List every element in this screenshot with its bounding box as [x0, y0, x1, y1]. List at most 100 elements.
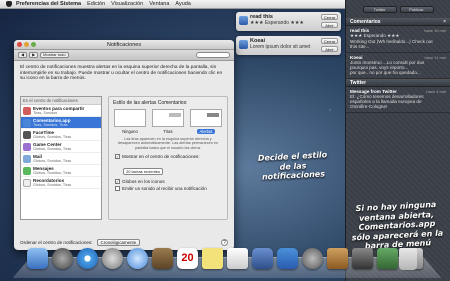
- system-preferences-icon[interactable]: [302, 248, 323, 269]
- trash-icon[interactable]: [399, 248, 417, 270]
- close-icon[interactable]: ×: [443, 19, 446, 25]
- list-item[interactable]: Comentarios.app Tiras, Sonidos, Tiras: [21, 117, 101, 129]
- game-center-icon: [23, 142, 31, 151]
- close-window-icon[interactable]: [17, 42, 22, 47]
- nc-notification[interactable]: read this hace 10 min ★★★ Esperando ★★★ …: [346, 26, 450, 53]
- app-store-icon[interactable]: [277, 248, 298, 269]
- messages-icon[interactable]: [127, 248, 148, 269]
- messages-icon: [23, 166, 31, 175]
- nc-section-title: Twitter: [350, 80, 367, 86]
- contacts-icon[interactable]: [152, 248, 173, 269]
- order-label: Ordenar el centro de notificaciones:: [20, 239, 93, 245]
- launchpad-icon[interactable]: [52, 248, 73, 269]
- checkbox-label: Emitir un sonido al recibir una notifica…: [122, 186, 207, 192]
- menu-item-edit[interactable]: Edición: [87, 1, 105, 7]
- style-label: Ninguno: [122, 129, 138, 134]
- iphoto-icon[interactable]: [252, 248, 273, 269]
- checkbox-label: Globos en los iconos: [122, 179, 165, 185]
- window-toolbar: ◀ ▶ Mostrar todo: [14, 50, 234, 61]
- list-item[interactable]: Eventos para compartir Tiras, Sonidos: [21, 105, 101, 117]
- finder-icon[interactable]: [27, 248, 48, 269]
- menu-item-help[interactable]: Ayuda: [175, 1, 191, 7]
- nc-notification-time: hace 10 min: [424, 28, 446, 33]
- banner-close-button[interactable]: Cerrar: [321, 38, 338, 44]
- utility-app-icon[interactable]: [377, 248, 398, 269]
- nc-notification-line: this site...: [350, 44, 370, 49]
- style-label: Alertas: [197, 129, 215, 134]
- notes-icon[interactable]: [202, 248, 223, 269]
- nc-notification-time: hace 11 min: [424, 55, 447, 60]
- app-alert-style: Globos, Sonidos, Tiras: [33, 147, 72, 151]
- checkbox[interactable]: [115, 186, 120, 192]
- safari-icon[interactable]: [77, 248, 98, 269]
- style-preview: [152, 109, 184, 127]
- mail-icon: [23, 154, 31, 163]
- comments-app-icon: [23, 118, 31, 127]
- list-item[interactable]: Game Center Globos, Sonidos, Tiras: [21, 141, 101, 153]
- order-select[interactable]: Cronológicamente: [96, 238, 141, 246]
- notification-banner[interactable]: Koeai Lorem ipsum dolor sit amet Cerrar …: [236, 36, 341, 55]
- notifications-preferences-window: Notificaciones ◀ ▶ Mostrar todo El centr…: [14, 40, 234, 250]
- app-alert-style: Globos, Sonidos, Tiras: [33, 135, 72, 139]
- window-title: Notificaciones: [106, 42, 142, 48]
- recent-count-select[interactable]: 20 tareas recientes: [123, 168, 164, 176]
- menu-item-view[interactable]: Visualización: [111, 1, 143, 7]
- mail-icon[interactable]: [102, 248, 123, 269]
- publish-button[interactable]: Publicar: [399, 5, 434, 13]
- list-item[interactable]: FaceTime Globos, Sonidos, Tiras: [21, 129, 101, 141]
- reminders-icon[interactable]: [227, 248, 248, 269]
- app-list: En el centro de notificaciones Eventos p…: [20, 96, 102, 220]
- nc-notification-time: hace 4 min: [426, 89, 446, 94]
- nc-notification[interactable]: Message from Twitter hace 4 min El: ¿Cóm…: [346, 87, 450, 113]
- style-label: Tiras: [163, 129, 173, 134]
- app-alert-style: Tiras, Sonidos, Tiras: [33, 123, 68, 127]
- nc-section-title: Comentarios: [350, 19, 381, 25]
- nc-notification-line: Omnifire-Cologne!: [350, 104, 388, 109]
- forward-icon[interactable]: ▶: [29, 52, 39, 58]
- show-all-button[interactable]: Mostrar todo: [40, 52, 69, 58]
- help-icon[interactable]: ?: [221, 238, 228, 246]
- menu-item-window[interactable]: Ventana: [149, 1, 169, 7]
- style-option-alerts[interactable]: Alertas: [190, 109, 222, 134]
- nc-section-comments: Comentarios ×: [346, 18, 450, 26]
- app-alert-style: Tiras, Sonidos: [33, 111, 58, 115]
- show-in-nc-checkbox[interactable]: ✓ Mostrar en el centro de notificaciones…: [109, 153, 227, 160]
- caption-menu-bar-hint: Si no hay ninguna ventana abierta, Comen…: [351, 199, 444, 252]
- zoom-window-icon[interactable]: [31, 42, 36, 47]
- nc-notification[interactable]: Koeai hace 11 min Junto monstruo ...Lo c…: [346, 53, 450, 79]
- banner-close-button[interactable]: Cerrar: [321, 14, 338, 20]
- nc-notification-line: por que.. no por que ha quedado...: [350, 70, 421, 75]
- banner-open-button[interactable]: Abrir: [321, 22, 338, 28]
- comments-app-icon: [239, 16, 248, 25]
- calendar-icon[interactable]: 20: [177, 248, 198, 269]
- list-item[interactable]: Mensajes Globos, Sonidos, Tiras: [21, 165, 101, 177]
- nc-section-twitter: Twitter: [346, 79, 450, 87]
- checkbox[interactable]: ✓: [115, 154, 120, 160]
- dock-icons: 20: [27, 248, 423, 269]
- app-alert-style: Globos, Sonidos, Tiras: [33, 159, 72, 163]
- play-sound-checkbox[interactable]: Emitir un sonido al recibir una notifica…: [109, 185, 227, 192]
- caption-decide-style: Decide el estilo de las notificaciones: [257, 150, 328, 182]
- list-item[interactable]: Recordatorios Globos, Sonidos, Tiras: [21, 177, 101, 189]
- alert-style-pane: Estilo de las alertas Comentarios: Ningu…: [108, 96, 228, 220]
- ibooks-icon[interactable]: [327, 248, 348, 269]
- twitter-button[interactable]: Twitter: [362, 5, 397, 13]
- style-preview: [190, 109, 222, 127]
- window-titlebar[interactable]: Notificaciones: [14, 40, 234, 50]
- alert-style-title: Estilo de las alertas Comentarios:: [113, 100, 188, 106]
- checkbox[interactable]: ✓: [115, 179, 120, 185]
- search-input[interactable]: [196, 52, 230, 58]
- app-alert-style: Globos, Sonidos, Tiras: [33, 183, 72, 187]
- list-item[interactable]: Mail Globos, Sonidos, Tiras: [21, 153, 101, 165]
- notification-banner[interactable]: read this ★★★ Esperando ★★★ Cerrar Abrir: [236, 12, 341, 31]
- badge-icons-checkbox[interactable]: ✓ Globos en los iconos: [109, 178, 227, 185]
- apple-menu-icon[interactable]: [6, 1, 12, 7]
- style-option-none[interactable]: Ninguno: [114, 109, 146, 134]
- comments-app-icon[interactable]: [352, 248, 373, 269]
- style-description: Las tiras aparecen en la esquina superio…: [117, 137, 219, 150]
- banner-open-button[interactable]: Abrir: [321, 46, 338, 52]
- style-option-banners[interactable]: Tiras: [152, 109, 184, 134]
- back-icon[interactable]: ◀: [18, 52, 28, 58]
- menu-app-name[interactable]: Preferencias del Sistema: [16, 1, 81, 7]
- minimize-window-icon[interactable]: [24, 42, 29, 47]
